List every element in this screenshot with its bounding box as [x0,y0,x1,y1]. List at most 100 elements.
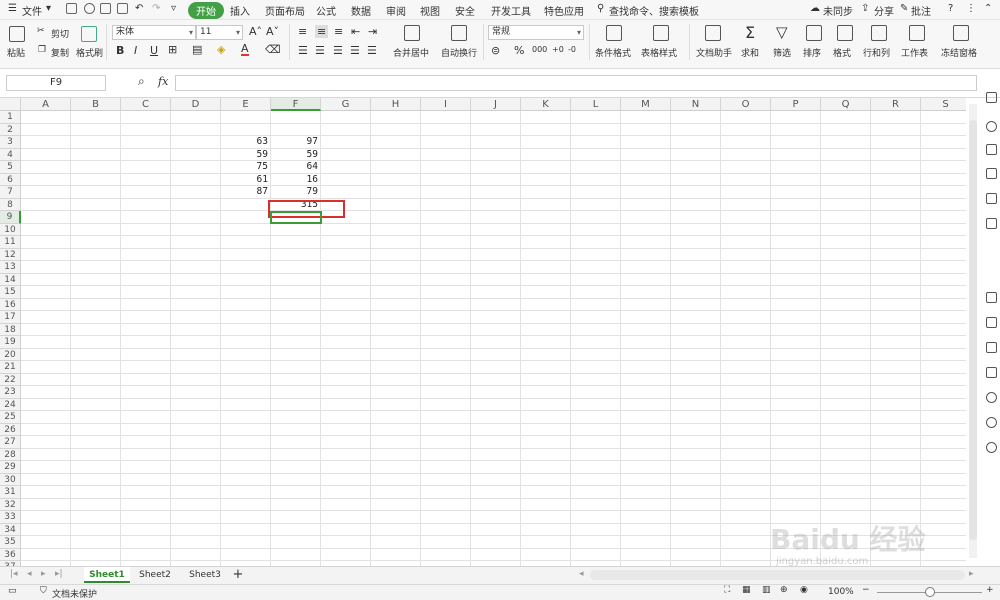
row-header-20[interactable]: 20 [0,348,21,361]
format-icon[interactable] [837,25,853,41]
cell-E6[interactable]: 61 [221,174,268,186]
italic-icon[interactable]: I [134,44,137,57]
cell-F6[interactable]: 16 [271,174,318,186]
row-header-8[interactable]: 8 [0,198,21,211]
collapse-icon[interactable]: ⌃ [984,3,992,14]
sheet-tab-3[interactable]: Sheet3 [181,567,229,583]
zoom-slider-knob[interactable] [925,587,935,597]
paste-icon[interactable] [9,26,25,42]
sidebar-expand-icon[interactable] [986,92,997,103]
normal-view-icon[interactable]: ▦ [742,585,751,595]
column-header-P[interactable]: P [771,98,821,111]
row-header-34[interactable]: 34 [0,523,21,536]
merge-center-button[interactable]: 合并居中 [393,46,429,59]
increase-decimal-icon[interactable]: +0 [552,45,564,54]
document-icon[interactable] [986,367,997,378]
zoom-out-icon[interactable]: − [862,585,870,595]
align-top-icon[interactable]: ≡ [298,25,307,38]
column-header-I[interactable]: I [421,98,471,111]
row-header-14[interactable]: 14 [0,273,21,286]
row-header-31[interactable]: 31 [0,486,21,499]
formula-input[interactable] [175,75,977,91]
pointer-icon[interactable] [986,121,997,132]
page-break-view-icon[interactable]: ⊕ [780,585,788,595]
indent-increase-icon[interactable]: ⇥ [368,25,377,38]
column-header-G[interactable]: G [321,98,371,111]
command-search[interactable]: 查找命令、搜索模板 [609,3,699,18]
column-header-H[interactable]: H [371,98,421,111]
row-header-12[interactable]: 12 [0,248,21,261]
cell-E7[interactable]: 87 [221,186,268,198]
comment-button[interactable]: 批注 [911,3,931,18]
border-icon[interactable]: ⊞ [168,43,177,56]
doc-assistant-icon[interactable] [705,25,721,41]
row-header-2[interactable]: 2 [0,123,21,136]
percent-icon[interactable]: % [514,44,524,57]
cell-E5[interactable]: 75 [221,161,268,173]
doc-assistant-button[interactable]: 文档助手 [696,46,732,59]
tab-formulas[interactable]: 公式 [316,3,336,18]
sort-icon[interactable] [806,25,822,41]
history-icon[interactable] [986,417,997,428]
page-layout-view-icon[interactable]: ▥ [762,585,771,595]
cell-F4[interactable]: 59 [271,149,318,161]
copy-button[interactable]: 复制 [51,46,69,59]
freeze-icon[interactable] [953,25,969,41]
row-header-3[interactable]: 3 [0,136,21,149]
next-sheet-icon[interactable]: ▸ [41,569,46,579]
fx-icon[interactable]: fx [158,75,168,88]
share-button[interactable]: 分享 [874,3,894,18]
row-header-15[interactable]: 15 [0,286,21,299]
row-header-10[interactable]: 10 [0,223,21,236]
row-header-30[interactable]: 30 [0,473,21,486]
filter-icon[interactable]: ▽ [776,23,788,41]
tab-view[interactable]: 视图 [420,3,440,18]
column-header-J[interactable]: J [471,98,521,111]
row-header-11[interactable]: 11 [0,236,21,249]
cut-button[interactable]: 剪切 [51,27,69,40]
add-sheet-button[interactable]: + [231,567,245,583]
font-name-select[interactable]: 宋体 [112,25,196,40]
tab-security[interactable]: 安全 [455,3,475,18]
row-col-icon[interactable] [871,25,887,41]
column-header-S[interactable]: S [921,98,966,111]
column-header-M[interactable]: M [621,98,671,111]
table-style-icon[interactable] [653,25,669,41]
table-icon[interactable] [986,168,997,179]
currency-icon[interactable]: ⊜ [491,44,500,57]
zoom-level[interactable]: 100% [828,587,854,597]
decrease-decimal-icon[interactable]: -0 [568,45,576,54]
first-sheet-icon[interactable]: |◂ [10,569,18,579]
row-header-24[interactable]: 24 [0,398,21,411]
last-sheet-icon[interactable]: ▸| [55,569,63,579]
fullscreen-icon[interactable]: ⛶ [724,585,730,595]
shape-icon[interactable] [986,144,997,155]
fill-color-icon[interactable]: ◈ [217,43,225,56]
chart-icon[interactable] [986,218,997,229]
column-header-D[interactable]: D [171,98,221,111]
row-header-33[interactable]: 33 [0,511,21,524]
scroll-right-icon[interactable]: ▸ [969,569,974,579]
compass-icon[interactable] [986,392,997,403]
row-header-13[interactable]: 13 [0,261,21,274]
tab-review[interactable]: 审阅 [386,3,406,18]
row-header-6[interactable]: 6 [0,173,21,186]
column-header-E[interactable]: E [221,98,271,111]
row-header-16[interactable]: 16 [0,298,21,311]
row-header-5[interactable]: 5 [0,161,21,174]
column-header-R[interactable]: R [871,98,921,111]
format-button[interactable]: 格式 [833,46,851,59]
indent-decrease-icon[interactable]: ⇤ [351,25,360,38]
print-icon[interactable] [100,3,111,14]
cut-icon[interactable]: ✂ [37,26,45,36]
underline-icon[interactable]: U [150,44,158,57]
name-box[interactable]: F9 [6,75,106,91]
column-header-C[interactable]: C [121,98,171,111]
clear-icon[interactable]: ⌫ [265,43,281,56]
row-header-17[interactable]: 17 [0,311,21,324]
font-color-icon[interactable]: A [241,43,249,56]
undo-icon[interactable]: ↶ [135,3,143,14]
eye-protect-icon[interactable]: ◉ [800,585,808,595]
justify-icon[interactable]: ☰ [350,44,360,57]
worksheet-icon[interactable] [909,25,925,41]
